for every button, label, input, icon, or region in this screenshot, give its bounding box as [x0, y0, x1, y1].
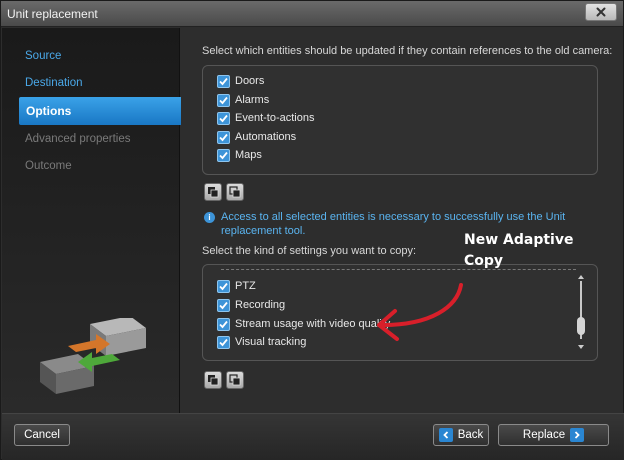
deselect-all-icon [229, 186, 241, 198]
annotation-label: New Adaptive Copy [464, 232, 574, 269]
deselect-all-icon [229, 374, 241, 386]
setting-recording-label: Recording [235, 299, 286, 311]
window-title: Unit replacement [7, 7, 98, 21]
replace-label: Replace [522, 429, 566, 441]
step-options[interactable]: Options [19, 97, 190, 125]
checkbox-checked-icon[interactable] [217, 93, 230, 107]
checkbox-checked-icon[interactable] [217, 317, 230, 331]
annotation-arrow-icon [377, 283, 463, 341]
setting-visual-tracking-label: Visual tracking [235, 336, 307, 348]
entity-alarms-label: Alarms [235, 94, 270, 106]
step-outcome: Outcome [25, 160, 72, 172]
title-bar: Unit replacement [1, 1, 623, 27]
entity-alarms[interactable]: Alarms [217, 92, 269, 108]
back-button[interactable]: Back [433, 424, 489, 446]
checkbox-checked-icon[interactable] [217, 335, 230, 349]
entity-maps-label: Maps [235, 149, 262, 161]
close-icon [596, 7, 606, 17]
back-label: Back [457, 429, 484, 441]
step-source[interactable]: Source [2, 44, 180, 68]
setting-ptz-label: PTZ [235, 280, 256, 292]
entity-event-to-actions-label: Event-to-actions [235, 112, 315, 124]
settings-scrollbar[interactable] [577, 275, 585, 349]
replace-button[interactable]: Replace [498, 424, 609, 446]
wizard-steps-sidebar: Source Destination Options Advanced prop… [2, 28, 190, 413]
unit-replacement-illustration-icon [40, 318, 146, 394]
entity-automations-label: Automations [235, 131, 297, 143]
cancel-button[interactable]: Cancel [14, 424, 70, 446]
entities-group: Doors Alarms Event-to-actions Automation… [202, 65, 598, 175]
checkbox-checked-icon[interactable] [217, 130, 230, 144]
select-all-icon [208, 375, 219, 386]
entity-event-to-actions[interactable]: Event-to-actions [217, 110, 314, 126]
setting-ptz[interactable]: PTZ [217, 278, 256, 294]
scroll-up-icon[interactable] [578, 275, 584, 279]
close-button[interactable] [585, 3, 617, 21]
options-panel: Select which entities should be updated … [181, 28, 623, 413]
select-all-entities-button[interactable] [204, 183, 222, 201]
setting-recording[interactable]: Recording [217, 297, 285, 313]
unit-replacement-window: Unit replacement Source Destination Opti… [0, 0, 624, 460]
entity-maps[interactable]: Maps [217, 147, 262, 163]
scroll-down-icon[interactable] [578, 345, 584, 349]
select-all-settings-button[interactable] [204, 371, 222, 389]
entities-heading: Select which entities should be updated … [202, 45, 613, 57]
chevron-right-icon [570, 428, 585, 442]
chevron-left-icon [438, 428, 453, 442]
checkbox-checked-icon[interactable] [217, 279, 230, 293]
checkbox-checked-icon[interactable] [217, 111, 230, 125]
wizard-footer: Cancel Back Replace [2, 413, 624, 460]
scroll-thumb[interactable] [577, 317, 585, 335]
entity-doors-label: Doors [235, 75, 265, 87]
step-destination[interactable]: Destination [2, 71, 180, 95]
entity-automations[interactable]: Automations [217, 129, 296, 145]
settings-heading: Select the kind of settings you want to … [202, 245, 417, 257]
checkbox-checked-icon[interactable] [217, 148, 230, 162]
setting-visual-tracking[interactable]: Visual tracking [217, 334, 306, 350]
select-all-icon [208, 187, 219, 198]
deselect-all-settings-button[interactable] [226, 371, 244, 389]
entity-doors[interactable]: Doors [217, 73, 264, 89]
checkbox-checked-icon[interactable] [217, 74, 230, 88]
deselect-all-entities-button[interactable] [226, 183, 244, 201]
info-icon: i [204, 212, 215, 223]
step-advanced-properties: Advanced properties [25, 133, 131, 145]
checkbox-checked-icon[interactable] [217, 298, 230, 312]
